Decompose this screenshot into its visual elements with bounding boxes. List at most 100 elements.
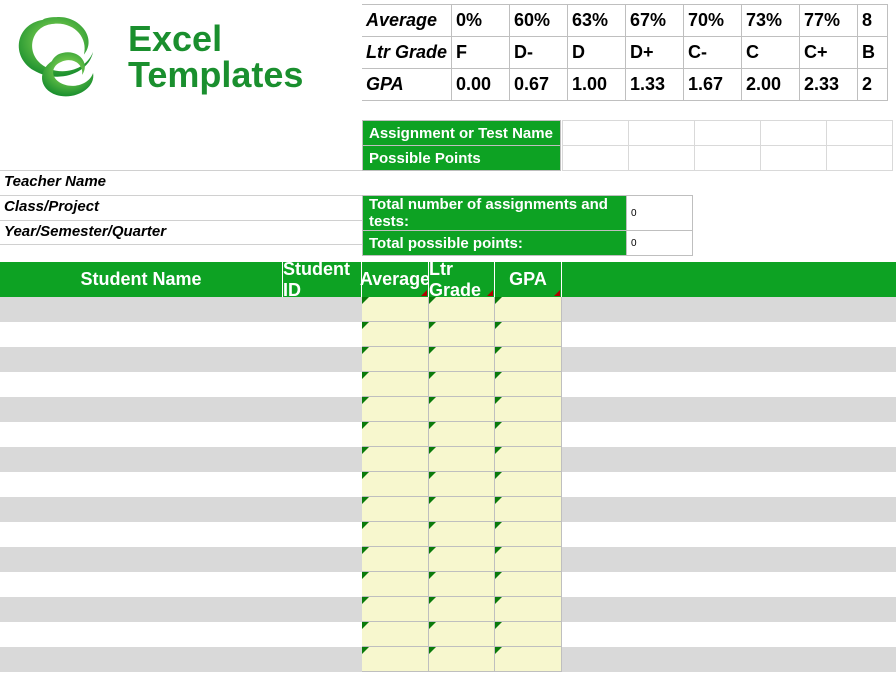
data-cell-blank[interactable] bbox=[562, 522, 896, 547]
scale-cell[interactable]: 1.00 bbox=[568, 69, 626, 101]
scale-cell[interactable]: 2.00 bbox=[742, 69, 800, 101]
data-cell-gpa[interactable] bbox=[495, 372, 562, 397]
data-cell-id[interactable] bbox=[283, 522, 362, 547]
data-cell-id[interactable] bbox=[283, 572, 362, 597]
data-cell-name[interactable] bbox=[0, 497, 283, 522]
data-cell-name[interactable] bbox=[0, 622, 283, 647]
data-cell-name[interactable] bbox=[0, 322, 283, 347]
data-cell-blank[interactable] bbox=[562, 622, 896, 647]
data-cell-blank[interactable] bbox=[562, 547, 896, 572]
scale-cell[interactable]: B bbox=[858, 37, 888, 69]
data-cell-blank[interactable] bbox=[562, 347, 896, 372]
data-cell-avg[interactable] bbox=[362, 497, 429, 522]
data-cell-id[interactable] bbox=[283, 347, 362, 372]
assignment-name-cell[interactable] bbox=[629, 121, 695, 146]
scale-cell[interactable]: 1.67 bbox=[684, 69, 742, 101]
scale-cell[interactable]: 70% bbox=[684, 5, 742, 37]
data-cell-blank[interactable] bbox=[562, 297, 896, 322]
data-cell-ltr[interactable] bbox=[429, 497, 495, 522]
scale-cell[interactable]: D bbox=[568, 37, 626, 69]
data-cell-name[interactable] bbox=[0, 647, 283, 672]
data-cell-avg[interactable] bbox=[362, 572, 429, 597]
data-cell-avg[interactable] bbox=[362, 447, 429, 472]
class-project-label[interactable]: Class/Project bbox=[0, 195, 362, 220]
data-cell-gpa[interactable] bbox=[495, 347, 562, 372]
scale-cell[interactable]: 60% bbox=[510, 5, 568, 37]
data-cell-avg[interactable] bbox=[362, 297, 429, 322]
data-cell-name[interactable] bbox=[0, 347, 283, 372]
data-cell-name[interactable] bbox=[0, 447, 283, 472]
data-cell-id[interactable] bbox=[283, 397, 362, 422]
data-cell-id[interactable] bbox=[283, 297, 362, 322]
data-cell-gpa[interactable] bbox=[495, 647, 562, 672]
scale-cell[interactable]: C bbox=[742, 37, 800, 69]
data-cell-blank[interactable] bbox=[562, 597, 896, 622]
scale-cell[interactable]: 67% bbox=[626, 5, 684, 37]
data-cell-id[interactable] bbox=[283, 422, 362, 447]
scale-cell[interactable]: 73% bbox=[742, 5, 800, 37]
data-cell-name[interactable] bbox=[0, 372, 283, 397]
data-cell-avg[interactable] bbox=[362, 322, 429, 347]
data-cell-blank[interactable] bbox=[562, 422, 896, 447]
data-cell-id[interactable] bbox=[283, 647, 362, 672]
data-cell-gpa[interactable] bbox=[495, 297, 562, 322]
data-cell-gpa[interactable] bbox=[495, 547, 562, 572]
scale-cell[interactable]: 63% bbox=[568, 5, 626, 37]
data-cell-blank[interactable] bbox=[562, 497, 896, 522]
teacher-name-label[interactable]: Teacher Name bbox=[0, 170, 362, 195]
assignment-name-cell[interactable] bbox=[563, 121, 629, 146]
data-cell-avg[interactable] bbox=[362, 597, 429, 622]
data-cell-gpa[interactable] bbox=[495, 447, 562, 472]
data-cell-ltr[interactable] bbox=[429, 647, 495, 672]
assignment-name-cell[interactable] bbox=[827, 121, 893, 146]
scale-cell[interactable]: F bbox=[452, 37, 510, 69]
year-semester-label[interactable]: Year/Semester/Quarter bbox=[0, 220, 362, 245]
data-cell-ltr[interactable] bbox=[429, 547, 495, 572]
data-cell-ltr[interactable] bbox=[429, 472, 495, 497]
scale-cell[interactable]: 1.33 bbox=[626, 69, 684, 101]
data-cell-id[interactable] bbox=[283, 622, 362, 647]
data-cell-ltr[interactable] bbox=[429, 322, 495, 347]
data-cell-blank[interactable] bbox=[562, 397, 896, 422]
data-cell-name[interactable] bbox=[0, 597, 283, 622]
scale-cell[interactable]: 2 bbox=[858, 69, 888, 101]
possible-points-cell[interactable] bbox=[629, 146, 695, 171]
data-cell-ltr[interactable] bbox=[429, 622, 495, 647]
possible-points-cell[interactable] bbox=[695, 146, 761, 171]
data-cell-avg[interactable] bbox=[362, 347, 429, 372]
data-cell-id[interactable] bbox=[283, 447, 362, 472]
data-cell-name[interactable] bbox=[0, 572, 283, 597]
data-cell-gpa[interactable] bbox=[495, 497, 562, 522]
data-cell-name[interactable] bbox=[0, 297, 283, 322]
scale-cell[interactable]: 8 bbox=[858, 5, 888, 37]
data-cell-avg[interactable] bbox=[362, 547, 429, 572]
possible-points-cell[interactable] bbox=[761, 146, 827, 171]
data-cell-avg[interactable] bbox=[362, 472, 429, 497]
data-cell-id[interactable] bbox=[283, 472, 362, 497]
data-cell-name[interactable] bbox=[0, 547, 283, 572]
data-cell-gpa[interactable] bbox=[495, 597, 562, 622]
scale-cell[interactable]: C+ bbox=[800, 37, 858, 69]
scale-cell[interactable]: 0% bbox=[452, 5, 510, 37]
data-cell-name[interactable] bbox=[0, 397, 283, 422]
data-cell-id[interactable] bbox=[283, 497, 362, 522]
assignment-name-cell[interactable] bbox=[695, 121, 761, 146]
data-cell-avg[interactable] bbox=[362, 622, 429, 647]
data-cell-ltr[interactable] bbox=[429, 447, 495, 472]
data-cell-id[interactable] bbox=[283, 372, 362, 397]
scale-cell[interactable]: 77% bbox=[800, 5, 858, 37]
data-cell-gpa[interactable] bbox=[495, 322, 562, 347]
data-cell-gpa[interactable] bbox=[495, 522, 562, 547]
data-cell-avg[interactable] bbox=[362, 647, 429, 672]
data-cell-name[interactable] bbox=[0, 472, 283, 497]
data-cell-blank[interactable] bbox=[562, 447, 896, 472]
scale-cell[interactable]: 0.67 bbox=[510, 69, 568, 101]
scale-cell[interactable]: C- bbox=[684, 37, 742, 69]
data-cell-gpa[interactable] bbox=[495, 422, 562, 447]
data-cell-ltr[interactable] bbox=[429, 297, 495, 322]
data-cell-ltr[interactable] bbox=[429, 522, 495, 547]
scale-cell[interactable]: 0.00 bbox=[452, 69, 510, 101]
data-cell-id[interactable] bbox=[283, 322, 362, 347]
data-cell-blank[interactable] bbox=[562, 372, 896, 397]
data-cell-gpa[interactable] bbox=[495, 472, 562, 497]
